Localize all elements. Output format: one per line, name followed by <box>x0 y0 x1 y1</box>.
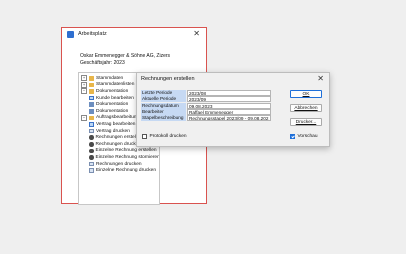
field-label: Stapelbeschreibung <box>141 115 186 122</box>
field-input[interactable]: 2023/09 <box>187 96 271 103</box>
field-input[interactable]: 09.08.2023 <box>187 102 271 109</box>
checkbox-icon[interactable] <box>142 134 147 139</box>
field-input[interactable]: Raffael Emmenegger <box>187 108 271 115</box>
tree-item-label: Rechnungen drucken <box>96 161 142 167</box>
tree-item[interactable]: Dokumentation <box>89 108 128 115</box>
checkbox-icon[interactable] <box>290 134 295 139</box>
tree-item[interactable]: − Auftragsbearbeitung <box>81 114 140 122</box>
gear-icon <box>89 135 94 140</box>
doc-icon <box>89 161 94 167</box>
tree-item-label: Rechnungen drucken <box>95 141 142 147</box>
company-name: Oskar Emmenegger & Söhne AG, Zizers <box>80 53 171 59</box>
tree-item-label: Einzelne Rechnung erstellen <box>95 148 157 154</box>
tree-item[interactable]: Rechnungen drucken <box>89 141 141 148</box>
form-row: Stapelbeschreibung Rechnungsstapel 2023/0… <box>141 115 271 122</box>
form-row: Letzte Periode 2023/08 <box>141 90 271 96</box>
gear-icon <box>89 148 94 154</box>
ok-button[interactable]: OK <box>290 90 322 98</box>
tree-item-label: Kunde bearbeiten <box>96 95 134 101</box>
tree-item-label: Vertrag bearbeiten <box>96 121 136 127</box>
field-label: Rechnungsdatum <box>141 102 186 109</box>
tree-item-label: Stammdaten <box>96 75 124 81</box>
folder-icon <box>89 89 94 94</box>
field-label: Letzte Periode <box>141 90 186 96</box>
tree-item-label: Dokumentation <box>96 88 129 94</box>
folder-icon <box>89 76 94 81</box>
folder-icon <box>89 82 94 88</box>
list-icon <box>89 102 94 107</box>
collapse-icon[interactable]: − <box>81 88 87 95</box>
tree-item[interactable]: Dokumentation <box>89 101 128 108</box>
tree-item-label: Dokumentation <box>96 102 129 108</box>
field-label: Bearbeiter <box>141 108 186 115</box>
form-row: Aktuelle Periode 2023/09 <box>141 96 271 103</box>
invoice-form: Letzte Periode 2023/08 Aktuelle Periode 202… <box>141 90 271 122</box>
tree-item[interactable]: Vertrag bearbeiten <box>89 121 135 128</box>
field-label: Aktuelle Periode <box>141 96 186 103</box>
create-invoices-dialog: Rechnungen erstellen ✕ Letzte Periode 202… <box>136 72 330 147</box>
preview-checkbox[interactable]: Vorschau <box>290 134 318 139</box>
task-icon <box>89 122 94 127</box>
workspace-titlebar: Arbeitsplatz ✕ <box>62 28 206 42</box>
workspace-title: Arbeitsplatz <box>78 31 107 37</box>
tree-item[interactable]: Kunde bearbeiten <box>89 95 134 102</box>
field-input[interactable]: 2023/08 <box>187 90 271 96</box>
expand-icon[interactable]: + <box>81 75 87 82</box>
field-input[interactable]: Rechnungsstapel 2023/09 - 09.08.202 <box>187 115 271 122</box>
gear-icon <box>89 142 94 147</box>
tree-item-label: Auftragsbearbeitung <box>96 115 140 121</box>
close-icon[interactable]: ✕ <box>193 29 200 38</box>
tree-item[interactable]: Rechnungen drucken <box>89 161 142 168</box>
tree-item-label: Dokumentation <box>96 108 129 114</box>
doc-icon <box>89 168 94 173</box>
tree-item[interactable]: + Stammdatenlisten <box>81 81 135 89</box>
fiscal-year: Geschäftsjahr: 2023 <box>80 60 125 66</box>
printer-button[interactable]: Drucker... <box>290 118 322 126</box>
task-icon <box>89 95 94 101</box>
print-protocol-label: Protokoll drucken <box>149 134 187 139</box>
tree-item-label: Vertrag drucken <box>96 128 130 134</box>
preview-label: Vorschau <box>297 134 318 139</box>
tree-item[interactable]: Einzelne Rechnung drucken <box>89 167 156 174</box>
print-protocol-checkbox[interactable]: Protokoll drucken <box>142 134 187 139</box>
close-icon[interactable]: ✕ <box>317 74 324 83</box>
gear-icon <box>89 155 94 160</box>
collapse-icon[interactable]: − <box>81 114 87 121</box>
tree-item[interactable]: Einzelne Rechnung stornieren <box>89 154 160 161</box>
doc-icon <box>89 128 94 134</box>
expand-icon[interactable]: + <box>81 81 87 88</box>
form-row: Rechnungsdatum 09.08.2023 <box>141 102 271 109</box>
tree-item[interactable]: Vertrag drucken <box>89 128 130 135</box>
list-icon <box>89 109 94 114</box>
tree-item-label: Einzelne Rechnung drucken <box>96 168 157 174</box>
tree-item[interactable]: − Dokumentation <box>81 88 128 95</box>
app-icon <box>67 31 74 38</box>
form-row: Bearbeiter Raffael Emmenegger <box>141 108 271 115</box>
tree-item[interactable]: Einzelne Rechnung erstellen <box>89 148 157 155</box>
tree-item[interactable]: + Stammdaten <box>81 75 123 82</box>
tree-item-label: Stammdatenlisten <box>96 82 135 88</box>
tree-item[interactable]: Rechnungen erstellen <box>89 134 142 141</box>
company-info: Oskar Emmenegger & Söhne AG, Zizers Gesc… <box>80 53 170 67</box>
dialog-title: Rechnungen erstellen <box>141 76 195 82</box>
tree-item-label: Einzelne Rechnung stornieren <box>95 154 160 160</box>
cancel-button[interactable]: Abbrechen <box>290 104 322 112</box>
folder-icon <box>89 115 94 121</box>
